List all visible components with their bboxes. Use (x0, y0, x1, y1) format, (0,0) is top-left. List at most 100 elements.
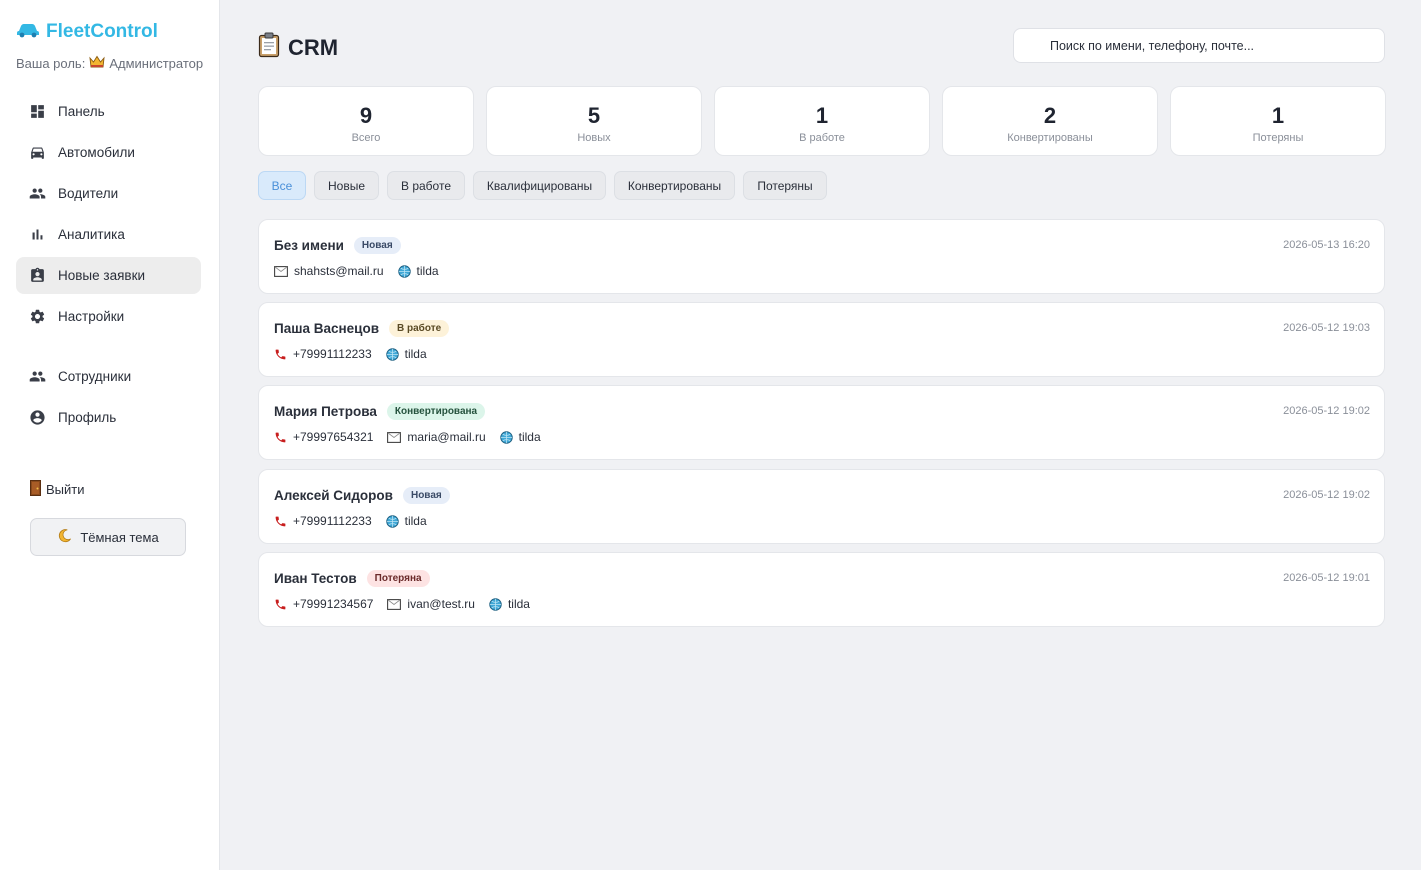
sidebar-item-settings[interactable]: Настройки (16, 298, 201, 335)
sidebar-item-analytics[interactable]: Аналитика (16, 216, 201, 253)
stat-label: Потеряны (1252, 132, 1304, 144)
lead-email-text: shahsts@mail.ru (294, 264, 384, 278)
sidebar-item-cars[interactable]: Автомобили (16, 134, 201, 171)
lead-header: Алексей Сидоров Новая (274, 487, 450, 504)
sidebar-item-dashboard[interactable]: Панель (16, 93, 201, 130)
lead-contacts: +79991112233 tilda (274, 347, 427, 361)
theme-toggle-label: Тёмная тема (80, 529, 159, 545)
gear-icon (30, 309, 45, 324)
globe-icon (499, 430, 513, 444)
status-badge: Новая (402, 487, 450, 504)
lead-phone-text: +79991112233 (293, 347, 372, 361)
user-role: Ваша роль: Администратор (16, 55, 203, 71)
page-title: CRM (258, 32, 338, 64)
status-badge: Конвертирована (386, 403, 486, 420)
sidebar-item-new-requests[interactable]: Новые заявки (16, 257, 201, 294)
car-logo-icon (16, 22, 40, 43)
stat-value: 1 (1271, 103, 1285, 128)
filter-all[interactable]: Все (258, 171, 306, 200)
assignment-ind-icon (31, 267, 44, 282)
lead-date: 2026-05-12 19:02 (1283, 405, 1370, 417)
role-value: Администратор (109, 55, 204, 71)
globe-icon (385, 514, 399, 528)
envelope-icon (274, 265, 288, 277)
lead-source-text: tilda (518, 430, 541, 444)
page-title-text: CRM (288, 35, 339, 60)
phone-icon (275, 432, 286, 442)
lead-card[interactable]: Иван Тестов Потеряна 2026-05-12 19:01 +7… (258, 552, 1385, 627)
people-icon (29, 188, 46, 199)
stat-label: Конвертированы (1007, 132, 1093, 144)
lead-card[interactable]: Паша Васнецов В работе 2026-05-12 19:03 … (258, 302, 1385, 377)
envelope-icon (387, 431, 402, 443)
lead-email-text: maria@mail.ru (407, 430, 486, 444)
lead-date: 2026-05-13 16:20 (1283, 239, 1370, 251)
filter-in-progress[interactable]: В работе (387, 171, 465, 200)
sidebar-item-label: Автомобили (58, 145, 135, 160)
lead-card[interactable]: Алексей Сидоров Новая 2026-05-12 19:02 +… (258, 469, 1385, 544)
sidebar-item-label: Панель (58, 104, 105, 119)
filter-converted[interactable]: Конвертированы (614, 171, 735, 200)
stat-card-converted: 2 Конвертированы (942, 86, 1158, 156)
brand[interactable]: FleetControl (16, 21, 158, 43)
filter-new[interactable]: Новые (314, 171, 379, 200)
sidebar: FleetControl Ваша роль: Администратор Па… (0, 0, 220, 870)
lead-source-text: tilda (507, 597, 530, 611)
lead-source-text: tilda (404, 347, 427, 361)
lead-phone-text: +79991234567 (293, 597, 374, 611)
lead-contacts: +79991112233 tilda (274, 514, 427, 528)
lead-date: 2026-05-12 19:03 (1283, 322, 1370, 334)
sidebar-item-profile[interactable]: Профиль (16, 399, 201, 436)
lead-email: maria@mail.ru (387, 430, 486, 444)
lead-phone-text: +79997654321 (293, 430, 374, 444)
sidebar-item-drivers[interactable]: Водители (16, 175, 201, 212)
dashboard-icon (31, 105, 44, 118)
envelope-icon (387, 598, 402, 610)
sidebar-item-label: Сотрудники (58, 369, 132, 384)
lead-header: Паша Васнецов В работе (274, 320, 450, 337)
sidebar-item-label: Аналитика (58, 227, 125, 242)
logout-button[interactable]: Выйти (30, 480, 85, 499)
lead-source: tilda (385, 347, 427, 361)
stat-card-in-progress: 1 В работе (714, 86, 930, 156)
sidebar-item-label: Новые заявки (58, 268, 146, 283)
lead-header: Мария Петрова Конвертирована (274, 403, 486, 420)
lead-name: Без имени (274, 238, 344, 253)
stat-label: В работе (799, 132, 845, 144)
stat-card-new: 5 Новых (486, 86, 702, 156)
filter-qualified[interactable]: Квалифицированы (473, 171, 606, 200)
lead-source-text: tilda (404, 514, 427, 528)
lead-source-text: tilda (416, 264, 439, 278)
filter-lost[interactable]: Потеряны (743, 171, 827, 200)
dark-theme-toggle[interactable]: Тёмная тема (30, 518, 186, 556)
sidebar-item-label: Водители (58, 186, 119, 201)
lead-header: Без имени Новая (274, 237, 401, 254)
search-input[interactable] (1013, 28, 1385, 63)
lead-name: Паша Васнецов (274, 321, 379, 336)
stat-card-total: 9 Всего (258, 86, 474, 156)
lead-phone: +79991112233 (274, 347, 372, 361)
lead-contacts: +79997654321 maria@mail.ru tilda (274, 430, 541, 444)
lead-card[interactable]: Мария Петрова Конвертирована 2026-05-12 … (258, 385, 1385, 460)
lead-date: 2026-05-12 19:01 (1283, 572, 1370, 584)
door-icon (30, 480, 41, 499)
lead-phone-text: +79991112233 (293, 514, 372, 528)
sidebar-item-employees[interactable]: Сотрудники (16, 358, 201, 395)
lead-phone: +79991234567 (274, 597, 373, 611)
phone-icon (275, 349, 286, 359)
sidebar-item-label: Настройки (58, 309, 125, 324)
status-badge: Новая (353, 237, 401, 254)
moon-icon (57, 528, 72, 546)
bar-chart-icon (32, 229, 43, 240)
logout-label: Выйти (46, 482, 85, 497)
lead-phone: +79991112233 (274, 514, 372, 528)
stat-label: Всего (351, 132, 381, 144)
stat-value: 2 (1043, 103, 1057, 128)
lead-card[interactable]: Без имени Новая 2026-05-13 16:20 shahsts… (258, 219, 1385, 294)
stat-label: Новых (577, 132, 611, 144)
stat-value: 9 (359, 103, 373, 128)
lead-header: Иван Тестов Потеряна (274, 570, 430, 587)
status-badge: В работе (389, 320, 450, 337)
lead-email-text: ivan@test.ru (407, 597, 475, 611)
status-badge: Потеряна (366, 570, 430, 587)
